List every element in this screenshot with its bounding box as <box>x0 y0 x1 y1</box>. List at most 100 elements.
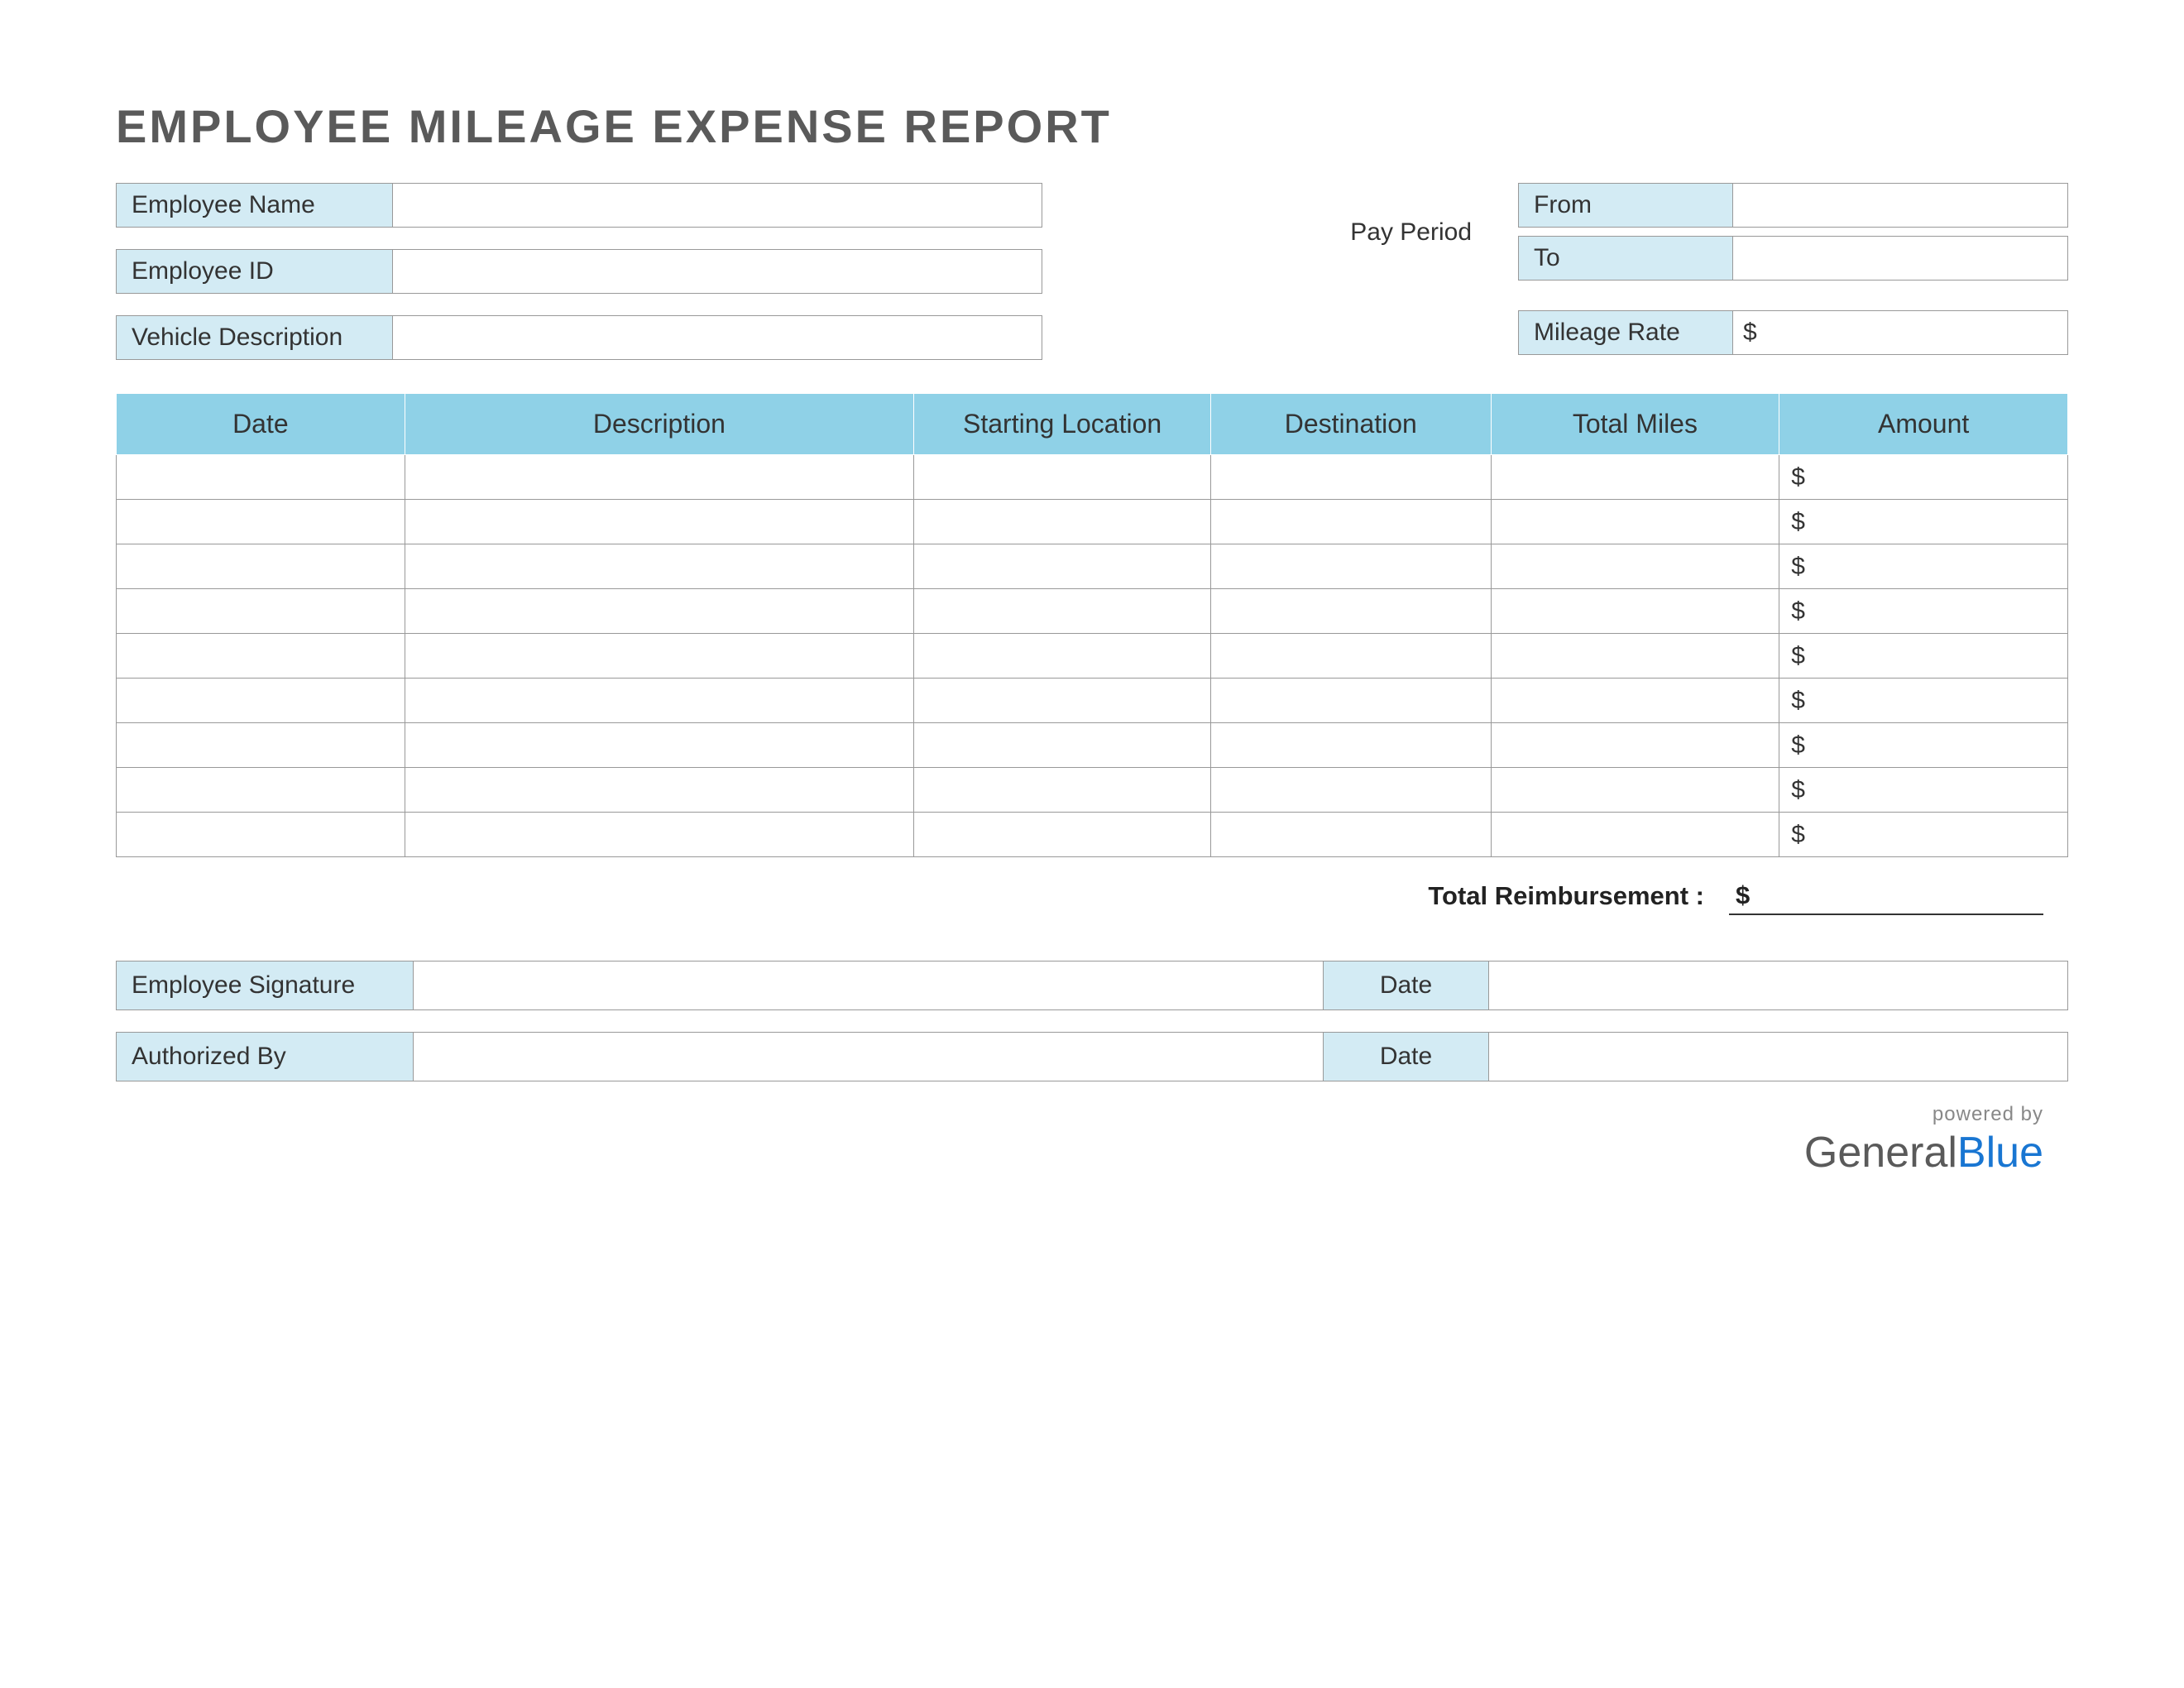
cell-destination[interactable] <box>1211 544 1491 589</box>
cell-description[interactable] <box>405 455 913 500</box>
employee-signature-label: Employee Signature <box>116 961 414 1010</box>
cell-amount[interactable]: $ <box>1779 634 2068 679</box>
cell-amount[interactable]: $ <box>1779 679 2068 723</box>
authorized-by-date-input[interactable] <box>1489 1032 2068 1081</box>
table-row: $ <box>117 813 2068 857</box>
authorized-by-date-label: Date <box>1324 1032 1489 1081</box>
cell-total_miles[interactable] <box>1491 813 1779 857</box>
employee-id-row: Employee ID <box>116 249 1042 294</box>
header-amount: Amount <box>1779 394 2068 455</box>
cell-date[interactable] <box>117 768 405 813</box>
table-row: $ <box>117 455 2068 500</box>
cell-description[interactable] <box>405 589 913 634</box>
cell-description[interactable] <box>405 723 913 768</box>
left-fields: Employee Name Employee ID Vehicle Descri… <box>116 183 1042 360</box>
header-destination: Destination <box>1211 394 1491 455</box>
cell-starting_location[interactable] <box>914 500 1211 544</box>
header-starting-location: Starting Location <box>914 394 1211 455</box>
authorized-by-label: Authorized By <box>116 1032 414 1081</box>
vehicle-description-input[interactable] <box>393 315 1042 360</box>
header-date: Date <box>117 394 405 455</box>
cell-date[interactable] <box>117 544 405 589</box>
cell-description[interactable] <box>405 679 913 723</box>
cell-starting_location[interactable] <box>914 813 1211 857</box>
cell-amount[interactable]: $ <box>1779 768 2068 813</box>
cell-description[interactable] <box>405 634 913 679</box>
cell-destination[interactable] <box>1211 813 1491 857</box>
vehicle-description-label: Vehicle Description <box>116 315 393 360</box>
cell-amount[interactable]: $ <box>1779 589 2068 634</box>
cell-total_miles[interactable] <box>1491 679 1779 723</box>
table-row: $ <box>117 544 2068 589</box>
vehicle-description-row: Vehicle Description <box>116 315 1042 360</box>
cell-date[interactable] <box>117 589 405 634</box>
pay-period-label: Pay Period <box>1295 183 1485 282</box>
cell-description[interactable] <box>405 500 913 544</box>
header-description: Description <box>405 394 913 455</box>
authorized-by-row: Authorized By Date <box>116 1032 2068 1081</box>
cell-date[interactable] <box>117 679 405 723</box>
employee-signature-input[interactable] <box>414 961 1324 1010</box>
cell-starting_location[interactable] <box>914 768 1211 813</box>
employee-signature-row: Employee Signature Date <box>116 961 2068 1010</box>
employee-id-input[interactable] <box>393 249 1042 294</box>
cell-total_miles[interactable] <box>1491 544 1779 589</box>
authorized-by-input[interactable] <box>414 1032 1324 1081</box>
employee-signature-date-input[interactable] <box>1489 961 2068 1010</box>
cell-date[interactable] <box>117 723 405 768</box>
cell-description[interactable] <box>405 544 913 589</box>
cell-starting_location[interactable] <box>914 455 1211 500</box>
cell-total_miles[interactable] <box>1491 768 1779 813</box>
table-row: $ <box>117 723 2068 768</box>
cell-date[interactable] <box>117 634 405 679</box>
logo-blue: Blue <box>1957 1129 2043 1177</box>
mileage-rate-input[interactable]: $ <box>1733 310 2068 355</box>
header-total-miles: Total Miles <box>1491 394 1779 455</box>
table-row: $ <box>117 589 2068 634</box>
cell-destination[interactable] <box>1211 723 1491 768</box>
cell-destination[interactable] <box>1211 589 1491 634</box>
to-input[interactable] <box>1733 236 2068 281</box>
cell-starting_location[interactable] <box>914 723 1211 768</box>
cell-starting_location[interactable] <box>914 679 1211 723</box>
cell-amount[interactable]: $ <box>1779 723 2068 768</box>
cell-total_miles[interactable] <box>1491 589 1779 634</box>
cell-starting_location[interactable] <box>914 589 1211 634</box>
from-input[interactable] <box>1733 183 2068 228</box>
cell-destination[interactable] <box>1211 679 1491 723</box>
cell-amount[interactable]: $ <box>1779 500 2068 544</box>
cell-destination[interactable] <box>1211 455 1491 500</box>
cell-destination[interactable] <box>1211 768 1491 813</box>
cell-date[interactable] <box>117 813 405 857</box>
right-fields: From To Mileage Rate $ <box>1518 183 2068 360</box>
table-row: $ <box>117 500 2068 544</box>
cell-amount[interactable]: $ <box>1779 544 2068 589</box>
cell-description[interactable] <box>405 813 913 857</box>
cell-total_miles[interactable] <box>1491 634 1779 679</box>
cell-date[interactable] <box>117 455 405 500</box>
footer: powered by GeneralBlue <box>116 1103 2068 1177</box>
cell-description[interactable] <box>405 768 913 813</box>
cell-date[interactable] <box>117 500 405 544</box>
cell-total_miles[interactable] <box>1491 723 1779 768</box>
cell-destination[interactable] <box>1211 634 1491 679</box>
to-label: To <box>1518 236 1733 281</box>
total-reimbursement-value[interactable]: $ <box>1729 877 2043 915</box>
table-header-row: Date Description Starting Location Desti… <box>117 394 2068 455</box>
cell-total_miles[interactable] <box>1491 455 1779 500</box>
cell-total_miles[interactable] <box>1491 500 1779 544</box>
employee-id-label: Employee ID <box>116 249 393 294</box>
cell-amount[interactable]: $ <box>1779 813 2068 857</box>
employee-name-label: Employee Name <box>116 183 393 228</box>
cell-amount[interactable]: $ <box>1779 455 2068 500</box>
to-row: To <box>1518 236 2068 281</box>
employee-signature-date-label: Date <box>1324 961 1489 1010</box>
employee-name-input[interactable] <box>393 183 1042 228</box>
total-reimbursement-label: Total Reimbursement : <box>1428 881 1704 911</box>
table-row: $ <box>117 679 2068 723</box>
logo: GeneralBlue <box>116 1128 2043 1177</box>
cell-destination[interactable] <box>1211 500 1491 544</box>
powered-by-text: powered by <box>116 1103 2043 1126</box>
cell-starting_location[interactable] <box>914 544 1211 589</box>
cell-starting_location[interactable] <box>914 634 1211 679</box>
